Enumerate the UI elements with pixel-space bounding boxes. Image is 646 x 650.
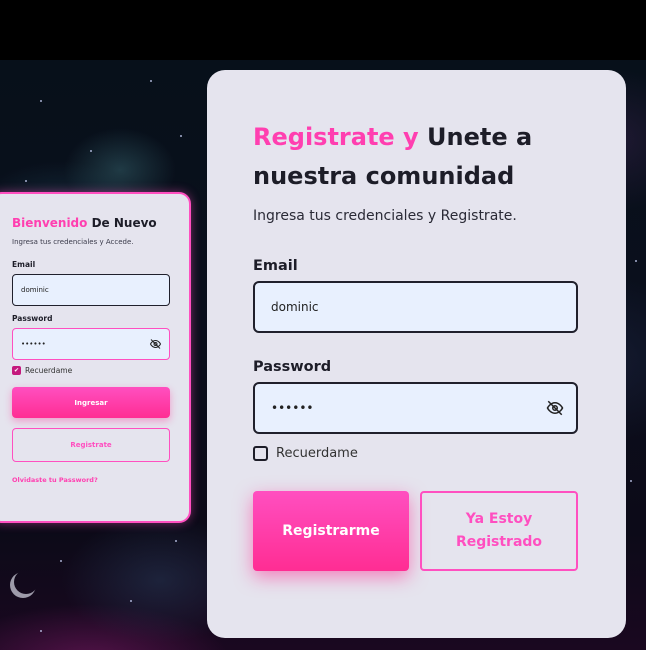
register-remember-checkbox[interactable] <box>253 446 268 461</box>
moon-decoration <box>14 570 38 594</box>
login-button[interactable]: Ingresar <box>12 387 170 418</box>
register-remember-label: Recuerdame <box>276 446 358 461</box>
star <box>150 80 152 82</box>
register-remember-row: Recuerdame <box>253 446 580 461</box>
register-title: Registrate y Unete a nuestra comunidad <box>253 118 553 196</box>
login-title-accent: Bienvenido <box>12 216 88 230</box>
star <box>175 540 177 542</box>
star <box>130 600 132 602</box>
star <box>25 180 27 182</box>
login-email-value: dominic <box>21 286 49 294</box>
star <box>180 135 182 137</box>
register-card: Registrate y Unete a nuestra comunidad I… <box>207 70 626 638</box>
register-email-label: Email <box>253 258 298 274</box>
login-subtitle: Ingresa tus credenciales y Accede. <box>12 238 134 246</box>
register-password-input[interactable]: •••••• <box>253 382 578 434</box>
star <box>40 630 42 632</box>
register-password-value: •••••• <box>271 401 314 415</box>
login-remember-label: Recuerdame <box>25 366 73 375</box>
star <box>90 150 92 152</box>
star <box>40 100 42 102</box>
register-email-value: dominic <box>271 300 319 314</box>
login-register-button[interactable]: Registrate <box>12 428 170 462</box>
register-submit-button[interactable]: Registrarme <box>253 491 409 571</box>
login-title: Bienvenido De Nuevo <box>12 216 169 230</box>
forgot-password-link[interactable]: Olvidaste tu Password? <box>12 476 169 484</box>
eye-slash-icon[interactable] <box>149 338 162 350</box>
register-subtitle: Ingresa tus credenciales y Registrate. <box>253 208 517 224</box>
login-email-input[interactable]: dominic <box>12 274 170 306</box>
login-password-value: •••••• <box>21 340 46 348</box>
star <box>635 260 637 262</box>
login-password-label: Password <box>12 314 53 323</box>
login-email-label: Email <box>12 260 36 269</box>
check-icon: ✔ <box>13 367 20 374</box>
eye-slash-icon[interactable] <box>546 399 564 417</box>
login-remember-row: ✔ Recuerdame <box>12 366 169 375</box>
register-email-input[interactable]: dominic <box>253 281 578 333</box>
login-title-rest: De Nuevo <box>87 216 157 230</box>
register-button-row: Registrarme Ya Estoy Registrado <box>253 491 580 571</box>
register-title-accent: Registrate y <box>253 123 419 151</box>
login-password-input[interactable]: •••••• <box>12 328 170 360</box>
already-registered-button[interactable]: Ya Estoy Registrado <box>420 491 578 571</box>
star <box>60 560 62 562</box>
login-card: Bienvenido De Nuevo Ingresa tus credenci… <box>0 192 191 523</box>
star <box>630 480 632 482</box>
register-password-label: Password <box>253 359 332 375</box>
login-remember-checkbox[interactable]: ✔ <box>12 366 21 375</box>
